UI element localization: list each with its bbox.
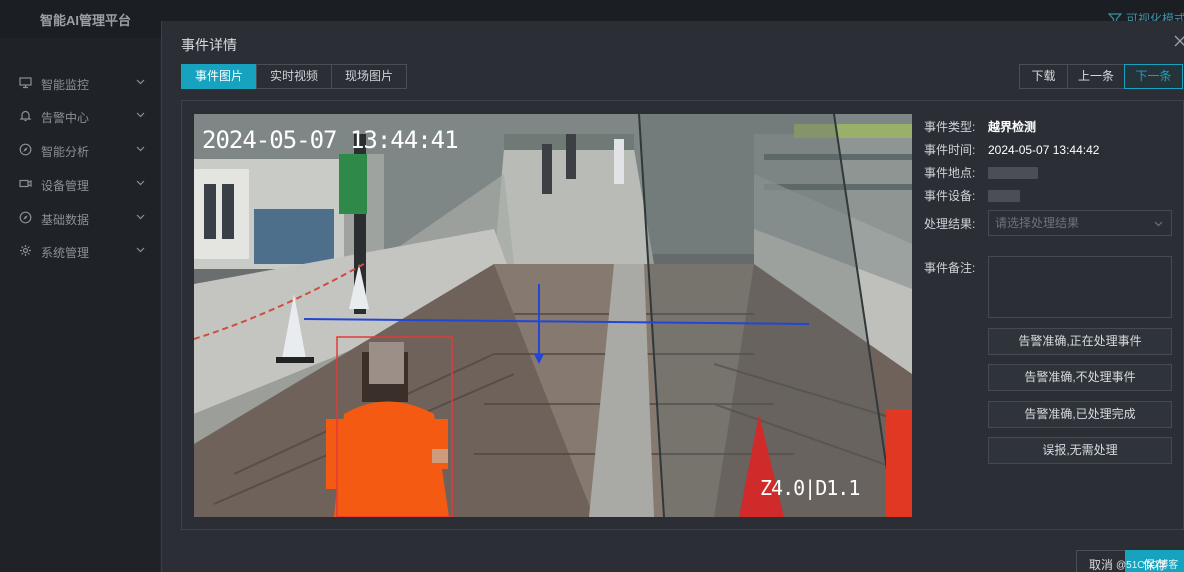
event-type-label: 事件类型: <box>924 120 976 134</box>
action-false-alarm-button[interactable]: 误报,无需处理 <box>988 437 1172 464</box>
gear-icon <box>20 245 31 256</box>
image-tabs: 事件图片 实时视频 现场图片 <box>181 64 408 89</box>
sidebar: 智能监控 告警中心 智能分析 设备管理 基础数据 系统管理 <box>0 38 160 572</box>
chevron-down-icon <box>136 79 145 85</box>
event-location-label: 事件地点: <box>924 166 976 180</box>
camera-code: Z4.0|D1.1 <box>760 476 860 500</box>
event-detail-modal: 事件详情 事件图片 实时视频 现场图片 下载 上一条 下一条 2024-05-0… <box>161 21 1184 572</box>
camera-icon <box>19 179 32 188</box>
remark-label: 事件备注: <box>924 261 976 275</box>
event-device-row: 事件设备: <box>924 187 1020 204</box>
event-time-value: 2024-05-07 13:44:42 <box>988 143 1100 157</box>
camera-scene <box>194 114 912 517</box>
redacted-device <box>988 190 1020 202</box>
sidebar-item-alarm-center[interactable]: 告警中心 <box>0 102 160 130</box>
sidebar-item-system-management[interactable]: 系统管理 <box>0 237 160 265</box>
chevron-down-icon <box>136 146 145 152</box>
sidebar-item-smart-analysis[interactable]: 智能分析 <box>0 136 160 164</box>
brand-title: 智能AI管理平台 <box>40 13 132 28</box>
chevron-down-icon <box>136 180 145 186</box>
redacted-location <box>988 167 1038 179</box>
monitor-icon <box>19 77 32 89</box>
compass-icon <box>19 143 32 156</box>
sidebar-item-label: 设备管理 <box>41 179 90 193</box>
sidebar-item-monitoring[interactable]: 智能监控 <box>0 69 160 97</box>
remark-textarea[interactable] <box>988 256 1172 318</box>
event-location-row: 事件地点: <box>924 164 1038 181</box>
event-image[interactable]: 2024-05-07 13:44:41 Z4.0|D1.1 <box>194 114 912 517</box>
chevron-down-icon <box>1154 221 1163 227</box>
modal-title: 事件详情 <box>181 37 237 53</box>
download-button[interactable]: 下载 <box>1019 64 1068 89</box>
event-time-row: 事件时间: 2024-05-07 13:44:42 <box>924 141 1099 158</box>
event-type-value: 越界检测 <box>988 120 1037 134</box>
next-record-button[interactable]: 下一条 <box>1124 64 1183 89</box>
result-placeholder: 请选择处理结果 <box>995 216 1080 230</box>
action-confirm-processing-button[interactable]: 告警准确,正在处理事件 <box>988 328 1172 355</box>
tab-scene-image[interactable]: 现场图片 <box>331 64 408 89</box>
action-confirm-ignore-button[interactable]: 告警准确,不处理事件 <box>988 364 1172 391</box>
result-label: 处理结果: <box>924 217 976 231</box>
event-time-label: 事件时间: <box>924 143 976 157</box>
action-confirm-done-button[interactable]: 告警准确,已处理完成 <box>988 401 1172 428</box>
app-window: 智能AI管理平台 可视化模式 智能监控 告警中心 智能分析 设备管理 基础数据 <box>0 0 1184 572</box>
sidebar-item-label: 基础数据 <box>41 213 90 227</box>
tab-live-video[interactable]: 实时视频 <box>256 64 333 89</box>
chevron-down-icon <box>136 247 145 253</box>
chevron-down-icon <box>136 214 145 220</box>
tab-event-image[interactable]: 事件图片 <box>181 64 258 89</box>
chevron-down-icon <box>136 112 145 118</box>
close-icon[interactable] <box>1172 33 1184 49</box>
sidebar-item-device-management[interactable]: 设备管理 <box>0 170 160 198</box>
image-timestamp: 2024-05-07 13:44:41 <box>202 126 459 154</box>
sidebar-item-label: 系统管理 <box>41 246 90 260</box>
event-device-label: 事件设备: <box>924 189 976 203</box>
event-panel: 2024-05-07 13:44:41 Z4.0|D1.1 事件类型: 越界检测 … <box>181 100 1184 530</box>
bell-icon <box>19 110 32 122</box>
sidebar-item-label: 智能分析 <box>41 145 90 159</box>
sidebar-item-basic-data[interactable]: 基础数据 <box>0 204 160 232</box>
result-select[interactable]: 请选择处理结果 <box>988 210 1172 236</box>
watermark: @51CTO博客 <box>1116 560 1179 571</box>
event-type-row: 事件类型: 越界检测 <box>924 118 1036 135</box>
record-nav: 下载 上一条 下一条 <box>1019 64 1183 89</box>
compass-icon <box>19 211 32 224</box>
sidebar-item-label: 智能监控 <box>41 78 90 92</box>
sidebar-item-label: 告警中心 <box>41 111 90 125</box>
prev-record-button[interactable]: 上一条 <box>1067 64 1125 89</box>
